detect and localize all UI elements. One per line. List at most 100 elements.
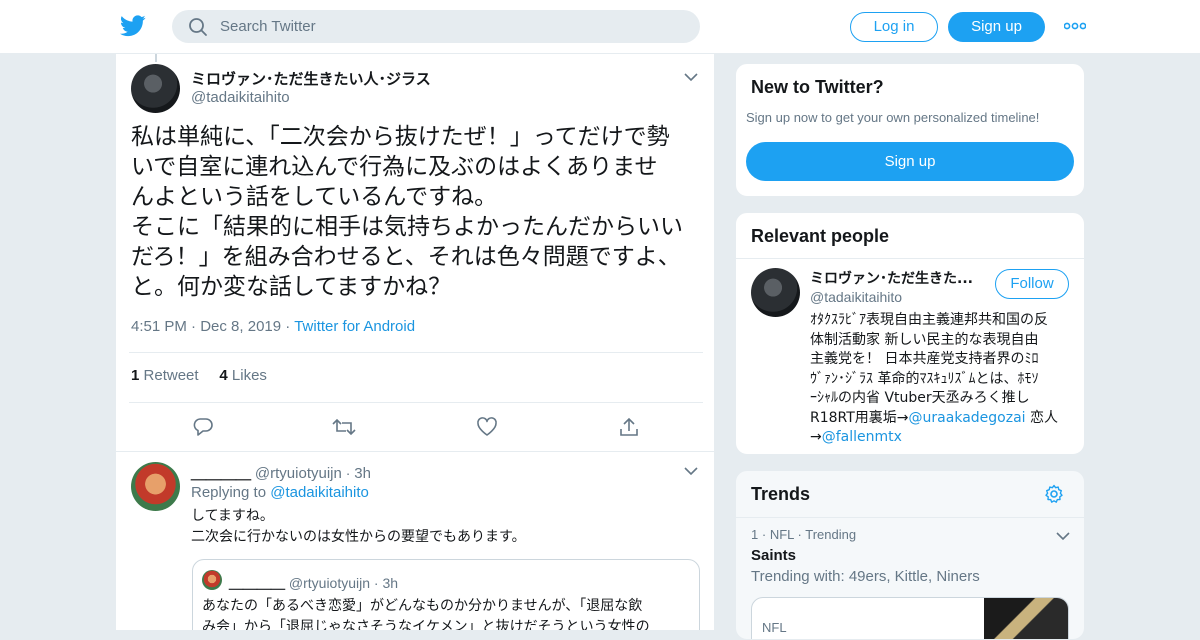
replying-to: Replying to @tadaikitaihito	[191, 484, 369, 501]
quoted-tweet-header: ＿＿＿＿ @rtyuiotyuijn · 3h	[229, 573, 398, 593]
search-box[interactable]	[172, 10, 700, 43]
login-button[interactable]: Log in	[850, 12, 938, 42]
replying-to-label: Replying to	[191, 484, 267, 501]
trend-item[interactable]: 1 · NFL · Trending Saints Trending with:…	[751, 527, 1071, 589]
more-options-icon[interactable]	[1064, 22, 1086, 30]
separator-dot: ·	[191, 318, 201, 335]
relevant-people-title: Relevant people	[751, 226, 890, 246]
quoted-time: 3h	[382, 575, 399, 591]
tweet-date[interactable]: Dec 8, 2019	[200, 318, 281, 335]
chevron-down-icon[interactable]	[1056, 531, 1070, 541]
reply-header: ＿＿＿＿ @rtyuiotyuijn · 3h	[191, 462, 371, 483]
person-bio: ｵﾀｸｽﾗﾋﾞｱ表現自由主義連邦共和国の反 体制活動家 新しい民主的な表現自由 …	[810, 311, 1078, 448]
bio-line: ｳﾞｧﾝ･ｼﾞﾗｽ 革命的ﾏｽｷｭﾘｽﾞﾑとは、ﾎﾓｿ	[810, 370, 1039, 387]
chevron-down-icon[interactable]	[684, 72, 698, 82]
tweet-text-line: いで自室に連れ込んで行為に及ぶのはよくありませ	[131, 154, 658, 180]
bio-line: 体制活動家 新しい民主的な表現自由	[810, 331, 1039, 348]
trend-related: Trending with: 49ers, Kittle, Niners	[751, 568, 980, 585]
replier-display-name[interactable]: ＿＿＿＿	[191, 465, 251, 482]
like-count: 4	[219, 367, 228, 384]
replier-handle[interactable]: @rtyuiotyuijn	[255, 465, 342, 482]
chevron-down-icon[interactable]	[684, 466, 698, 476]
bio-text: 恋人	[1025, 409, 1058, 426]
tweet-text: 私は単純に、「二次会から抜けたぜ！」ってだけで勢 いで自室に連れ込んで行為に及ぶ…	[131, 122, 706, 302]
divider	[129, 352, 703, 353]
separator-dot: ·	[285, 318, 295, 335]
tweet-metadata: 4:51 PM · Dec 8, 2019 · Twitter for Andr…	[131, 318, 415, 335]
quoted-tweet-text: あなたの「あるべき恋愛」がどんなものか分かりませんが、「退屈な飲 み会」から「退…	[202, 596, 692, 630]
person-handle[interactable]: @tadaikitaihito	[810, 289, 902, 305]
retweet-stat[interactable]: 1 Retweet	[131, 367, 199, 384]
bio-text: →	[810, 429, 822, 445]
news-category: NFL	[762, 620, 787, 635]
divider	[129, 402, 703, 403]
person-avatar[interactable]	[751, 268, 800, 317]
likes-stat[interactable]: 4 Likes	[219, 367, 267, 384]
trend-context: 1 · NFL · Trending	[751, 527, 1071, 542]
tweet-text-line: と。何か変な話してますかね？	[131, 274, 452, 300]
tweet-text-line: 私は単純に、「二次会から抜けたぜ！」ってだけで勢	[131, 124, 670, 150]
separator-dot: ·	[761, 527, 770, 542]
retweet-icon[interactable]	[332, 416, 356, 438]
twitter-bird-logo-icon[interactable]	[120, 14, 146, 38]
bio-line: →@fallenmtx	[810, 428, 1078, 448]
tweet-source-link[interactable]: Twitter for Android	[294, 318, 415, 335]
separator-dot: ·	[345, 465, 355, 481]
divider	[736, 517, 1084, 518]
reply-text-line: してますね。	[191, 508, 274, 524]
bio-line: ｰｼｬﾙの内省 Vtuber天丞みろく推し	[810, 390, 1030, 406]
retweet-label: Retweet	[143, 367, 199, 384]
trend-news-card[interactable]: NFL	[751, 597, 1069, 639]
author-display-name[interactable]: ミロヴァン･ただ生きたい人･ジラス	[191, 68, 431, 89]
signup-button[interactable]: Sign up	[948, 12, 1045, 42]
author-avatar[interactable]	[131, 64, 180, 113]
trends-card: Trends 1 · NFL · Trending Saints Trendin…	[735, 470, 1085, 640]
quoted-display-name: ＿＿＿＿	[229, 575, 285, 591]
reply-icon[interactable]	[192, 416, 214, 438]
settings-gear-icon[interactable]	[1044, 484, 1064, 504]
quoted-author-avatar	[202, 570, 222, 590]
tweet-time[interactable]: 4:51 PM	[131, 318, 187, 335]
trend-rank: 1	[751, 527, 759, 542]
trend-name: Saints	[751, 547, 797, 564]
replier-avatar[interactable]	[131, 462, 180, 511]
bio-line: ｵﾀｸｽﾗﾋﾞｱ表現自由主義連邦共和国の反	[810, 312, 1048, 328]
reply-time[interactable]: 3h	[354, 465, 371, 482]
thread-connector-line	[155, 54, 157, 62]
tweet-stats: 1 Retweet 4 Likes	[131, 367, 267, 384]
retweet-count: 1	[131, 367, 140, 384]
replying-to-handle-link[interactable]: @tadaikitaihito	[270, 484, 369, 501]
person-display-name[interactable]: ミロヴァン･ただ生きた...	[810, 268, 990, 288]
bio-mention-link[interactable]: @uraakadegozai	[909, 410, 1026, 426]
new-to-twitter-subtitle: Sign up now to get your own personalized…	[746, 110, 1040, 125]
bio-line: R18RT用裏垢→@uraakadegozai 恋人	[810, 409, 1078, 429]
bio-text: R18RT用裏垢→	[810, 409, 909, 426]
trend-status: Trending	[805, 527, 857, 542]
divider	[116, 451, 714, 452]
sidebar-signup-button[interactable]: Sign up	[746, 142, 1074, 181]
tweet-text-line: だろ！」を組み合わせると、それは色々問題ですよ、	[131, 244, 681, 270]
reply-text: してますね。 二次会に行かないのは女性からの要望でもあります。	[191, 506, 526, 548]
relevant-people-card: Relevant people ミロヴァン･ただ生きた... @tadaikit…	[735, 212, 1085, 455]
trends-title: Trends	[751, 484, 811, 504]
follow-button[interactable]: Follow	[995, 269, 1069, 299]
like-heart-icon[interactable]	[476, 416, 498, 438]
bio-line: 主義党を！ 日本共産党支持者界のﾐﾛ	[810, 351, 1039, 367]
new-to-twitter-title: New to Twitter?	[751, 77, 884, 97]
bio-mention-link[interactable]: @fallenmtx	[822, 429, 902, 445]
new-to-twitter-card: New to Twitter? Sign up now to get your …	[735, 63, 1085, 197]
search-input[interactable]	[220, 10, 680, 43]
trend-category: NFL	[769, 527, 794, 542]
tweet-column: ミロヴァン･ただ生きたい人･ジラス @tadaikitaihito 私は単純に、…	[115, 54, 715, 630]
share-icon[interactable]	[618, 416, 640, 438]
author-handle[interactable]: @tadaikitaihito	[191, 89, 290, 106]
quoted-text-line: み会」から「退屈じゃなさそうなイケメン」と抜けだそうという女性の	[202, 619, 650, 630]
search-icon	[189, 18, 207, 36]
likes-label: Likes	[231, 367, 267, 384]
quoted-tweet[interactable]: ＿＿＿＿ @rtyuiotyuijn · 3h あなたの「あるべき恋愛」がどんな…	[192, 559, 700, 630]
quoted-handle: @rtyuiotyuijn	[288, 575, 371, 591]
divider	[736, 258, 1084, 259]
news-thumbnail	[984, 598, 1068, 639]
top-navigation-bar: Log in Sign up	[0, 0, 1200, 54]
reply-text-line: 二次会に行かないのは女性からの要望でもあります。	[191, 529, 526, 545]
